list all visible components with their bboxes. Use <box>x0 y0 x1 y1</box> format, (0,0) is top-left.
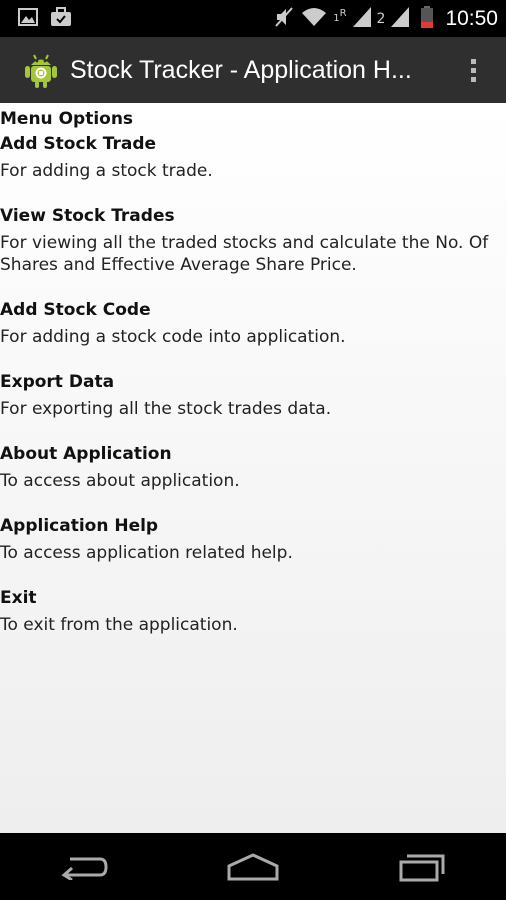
battery-icon <box>421 5 434 32</box>
action-bar: Stock Tracker - Application H... <box>0 37 506 104</box>
item-title: Add Stock Code <box>0 300 151 320</box>
wifi-icon <box>301 7 327 31</box>
image-icon <box>18 7 38 30</box>
item-title: Application Help <box>0 516 159 536</box>
signal-2-label: 2 <box>376 10 386 27</box>
roaming-label: R <box>339 8 347 19</box>
item-title: View Stock Trades <box>0 206 175 226</box>
help-item-application-help: Application Help To access application r… <box>0 514 506 564</box>
help-item-add-stock-code: Add Stock Code For adding a stock code i… <box>0 298 506 348</box>
item-description: For adding a stock trade. <box>0 161 213 181</box>
item-title: Export Data <box>0 372 115 392</box>
item-title: Add Stock Trade <box>0 134 157 154</box>
status-bar: 1 R 2 10:50 <box>0 0 506 37</box>
item-title: Exit <box>0 588 37 608</box>
status-time: 10:50 <box>445 6 498 30</box>
item-description: To access application related help. <box>0 543 293 563</box>
item-description: To exit from the application. <box>0 615 238 635</box>
overflow-menu-icon[interactable] <box>471 58 476 82</box>
help-content: Menu Options Add Stock Trade For adding … <box>0 103 506 833</box>
mute-icon <box>273 6 295 32</box>
item-description: For adding a stock code into application… <box>0 327 346 347</box>
android-app-icon[interactable] <box>22 51 60 89</box>
item-description: To access about application. <box>0 471 240 491</box>
item-description: For viewing all the traded stocks and ca… <box>0 233 489 275</box>
home-icon[interactable] <box>223 847 283 887</box>
menu-options-header: Menu Options <box>0 109 134 129</box>
recent-apps-icon[interactable] <box>392 847 452 887</box>
help-item-exit: Exit To exit from the application. <box>0 586 506 636</box>
help-item-about-application: About Application To access about applic… <box>0 442 506 492</box>
help-item-export-data: Export Data For exporting all the stock … <box>0 370 506 420</box>
signal-icon <box>391 6 410 31</box>
page-title: Stock Tracker - Application H... <box>70 55 412 84</box>
navigation-bar <box>0 833 506 900</box>
back-icon[interactable] <box>54 847 114 887</box>
help-item-add-stock-trade: Add Stock Trade For adding a stock trade… <box>0 132 506 182</box>
item-title: About Application <box>0 444 172 464</box>
briefcase-icon <box>50 6 72 31</box>
signal-icon <box>352 6 371 31</box>
item-description: For exporting all the stock trades data. <box>0 399 332 419</box>
help-item-view-stock-trades: View Stock Trades For viewing all the tr… <box>0 204 506 276</box>
